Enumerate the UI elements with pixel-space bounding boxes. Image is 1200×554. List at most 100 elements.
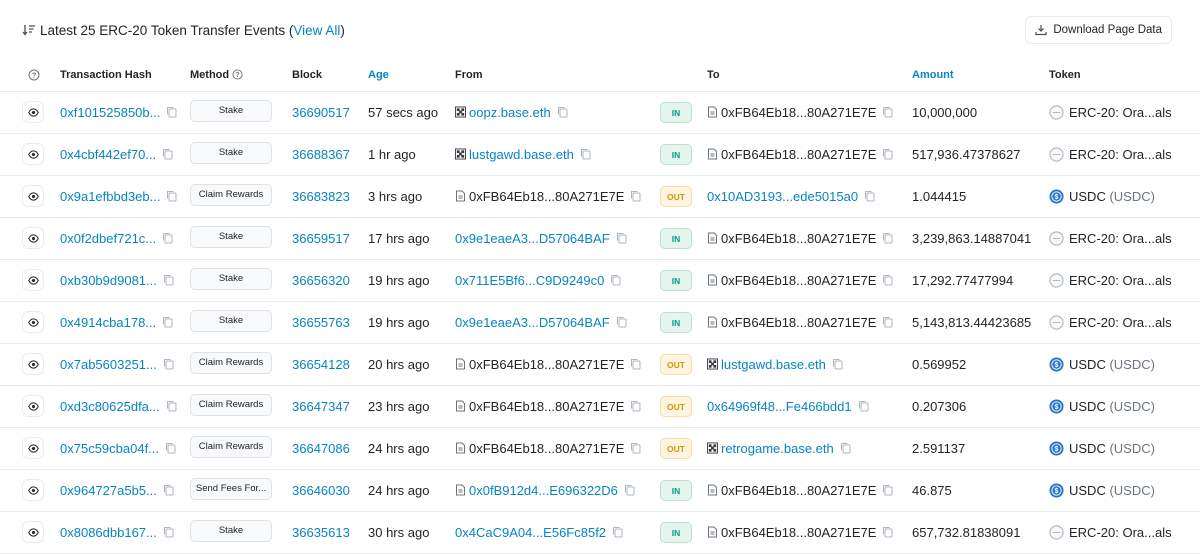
view-details-button[interactable] (22, 185, 44, 207)
view-details-button[interactable] (22, 353, 44, 375)
copy-icon[interactable] (166, 400, 177, 412)
copy-icon[interactable] (610, 274, 621, 286)
token-name-link[interactable]: ERC-20: Ora...als (1069, 231, 1172, 246)
tx-hash-link[interactable]: 0x4914cba178... (60, 315, 156, 330)
block-link[interactable]: 36659517 (292, 231, 350, 246)
copy-icon[interactable] (882, 148, 893, 160)
block-link[interactable]: 36647347 (292, 399, 350, 414)
copy-icon[interactable] (630, 190, 641, 202)
view-details-button[interactable] (22, 269, 44, 291)
view-details-button[interactable] (22, 227, 44, 249)
view-details-button[interactable] (22, 101, 44, 123)
to-address[interactable]: lustgawd.base.eth (721, 357, 826, 372)
tx-hash-link[interactable]: 0x8086dbb167... (60, 525, 157, 540)
download-page-data-button[interactable]: Download Page Data (1025, 16, 1172, 44)
copy-icon[interactable] (612, 526, 623, 538)
from-address[interactable]: 0x4CaC9A04...E56Fc85f2 (455, 525, 606, 540)
token-name-link[interactable]: ERC-20: Ora...als (1069, 147, 1172, 162)
copy-icon[interactable] (163, 526, 174, 538)
age-header[interactable]: Age (368, 60, 455, 91)
tx-hash-link[interactable]: 0x75c59cba04f... (60, 441, 159, 456)
copy-icon[interactable] (580, 148, 591, 160)
token-name-link[interactable]: USDC (1069, 399, 1106, 414)
copy-icon[interactable] (630, 442, 641, 454)
tx-hash-cell: 0x964727a5b5... (60, 469, 190, 511)
copy-icon[interactable] (163, 358, 174, 370)
tx-hash-link[interactable]: 0x964727a5b5... (60, 483, 157, 498)
copy-icon[interactable] (882, 316, 893, 328)
view-details-button[interactable] (22, 143, 44, 165)
view-details-button[interactable] (22, 521, 44, 543)
token-name-link[interactable]: ERC-20: Ora...als (1069, 273, 1172, 288)
token-name-link[interactable]: USDC (1069, 483, 1106, 498)
copy-icon[interactable] (557, 106, 568, 118)
copy-icon[interactable] (162, 148, 173, 160)
to-address[interactable]: retrogame.base.eth (721, 441, 834, 456)
block-link[interactable]: 36690517 (292, 105, 350, 120)
question-circle-icon[interactable]: ? (28, 69, 40, 81)
block-link[interactable]: 36656320 (292, 273, 350, 288)
copy-icon[interactable] (630, 358, 641, 370)
from-address[interactable]: 0x9e1eaeA3...D57064BAF (455, 231, 610, 246)
block-link[interactable]: 36683823 (292, 189, 350, 204)
block-link[interactable]: 36647086 (292, 441, 350, 456)
copy-icon[interactable] (616, 316, 627, 328)
copy-icon[interactable] (840, 442, 851, 454)
block-link[interactable]: 36635613 (292, 525, 350, 540)
copy-icon[interactable] (832, 358, 843, 370)
block-link[interactable]: 36646030 (292, 483, 350, 498)
method-info-icon[interactable]: ? (232, 69, 243, 80)
copy-icon[interactable] (624, 484, 635, 496)
tx-hash-link[interactable]: 0x9a1efbbd3eb... (60, 189, 160, 204)
view-details-button[interactable] (22, 479, 44, 501)
view-details-button[interactable] (22, 311, 44, 333)
from-cell: 0x9e1eaeA3...D57064BAF (455, 217, 660, 259)
copy-icon[interactable] (166, 190, 177, 202)
token-name-link[interactable]: USDC (1069, 357, 1106, 372)
method-cell: Stake (190, 217, 292, 259)
copy-icon[interactable] (163, 484, 174, 496)
from-address[interactable]: 0x9e1eaeA3...D57064BAF (455, 315, 610, 330)
block-link[interactable]: 36688367 (292, 147, 350, 162)
method-badge: Send Fees For... (190, 477, 272, 500)
tx-hash-link[interactable]: 0x0f2dbef721c... (60, 231, 156, 246)
tx-hash-link[interactable]: 0xf101525850b... (60, 105, 160, 120)
copy-icon[interactable] (616, 232, 627, 244)
block-link[interactable]: 36654128 (292, 357, 350, 372)
copy-icon[interactable] (163, 274, 174, 286)
tx-hash-link[interactable]: 0xd3c80625dfa... (60, 399, 160, 414)
copy-icon[interactable] (882, 484, 893, 496)
copy-icon[interactable] (858, 400, 869, 412)
title-prefix: Latest 25 ERC-20 Token Transfer Events ( (40, 22, 294, 38)
copy-icon[interactable] (882, 274, 893, 286)
copy-icon[interactable] (882, 106, 893, 118)
to-address[interactable]: 0x64969f48...Fe466bdd1 (707, 399, 852, 414)
tx-hash-link[interactable]: 0x4cbf442ef70... (60, 147, 156, 162)
copy-icon[interactable] (162, 316, 173, 328)
copy-icon[interactable] (882, 526, 893, 538)
block-link[interactable]: 36655763 (292, 315, 350, 330)
token-name-link[interactable]: ERC-20: Ora...als (1069, 105, 1172, 120)
copy-icon[interactable] (165, 442, 176, 454)
view-details-button[interactable] (22, 395, 44, 417)
tx-hash-link[interactable]: 0xb30b9d9081... (60, 273, 157, 288)
from-address[interactable]: 0x711E5Bf6...C9D9249c0 (455, 273, 604, 288)
view-all-link[interactable]: View All (293, 23, 340, 38)
copy-icon[interactable] (162, 232, 173, 244)
from-address[interactable]: oopz.base.eth (469, 105, 551, 120)
token-name-link[interactable]: USDC (1069, 441, 1106, 456)
copy-icon[interactable] (864, 190, 875, 202)
from-address[interactable]: 0x0fB912d4...E696322D6 (469, 483, 618, 498)
view-details-button[interactable] (22, 437, 44, 459)
to-address[interactable]: 0x10AD3193...ede5015a0 (707, 189, 858, 204)
tx-hash-link[interactable]: 0x7ab5603251... (60, 357, 157, 372)
token-name-link[interactable]: ERC-20: Ora...als (1069, 525, 1172, 540)
copy-icon[interactable] (630, 400, 641, 412)
copy-icon[interactable] (882, 232, 893, 244)
amount-header[interactable]: Amount (912, 60, 1049, 91)
from-address[interactable]: lustgawd.base.eth (469, 147, 574, 162)
svg-text:$: $ (1055, 194, 1059, 201)
copy-icon[interactable] (166, 106, 177, 118)
token-name-link[interactable]: USDC (1069, 189, 1106, 204)
token-name-link[interactable]: ERC-20: Ora...als (1069, 315, 1172, 330)
